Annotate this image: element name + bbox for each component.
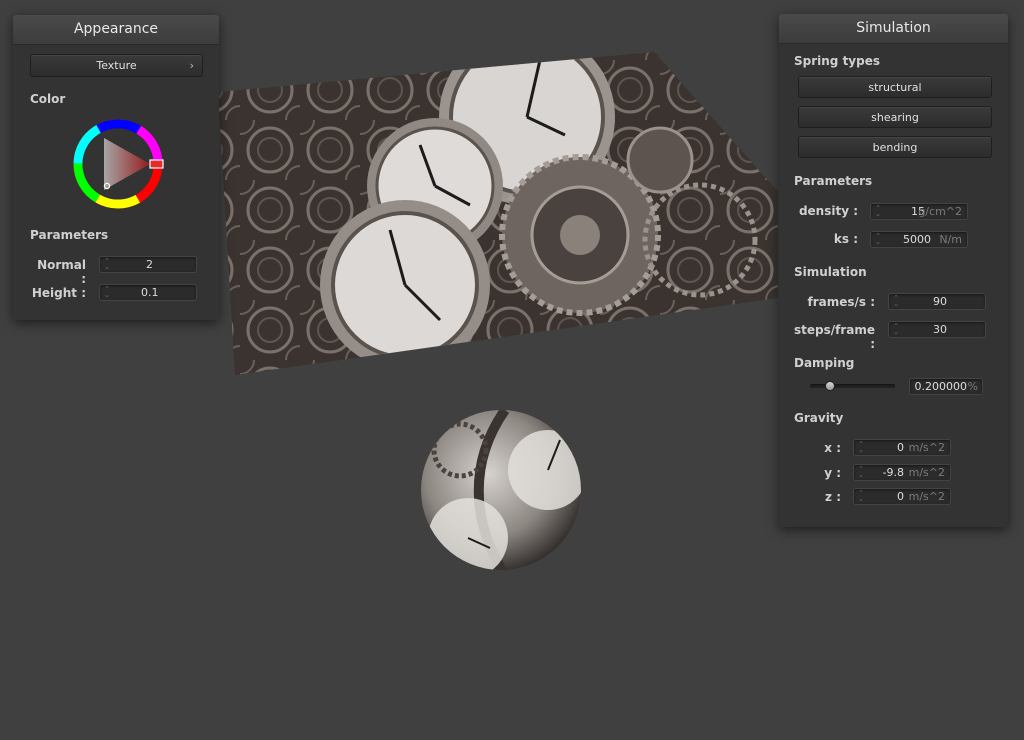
chevron-right-icon: › [189,59,194,72]
appearance-panel-title[interactable]: Appearance [13,15,219,45]
gravity-y-input[interactable]: ⌃ ⌄ -9.8 m/s^2 [853,464,951,481]
spin-arrows-icon[interactable]: ⌃ ⌄ [892,295,900,308]
damping-value: 0.200000 [914,380,968,393]
spin-arrows-icon[interactable]: ⌃ ⌄ [874,205,882,218]
steps-per-frame-input[interactable]: ⌃ ⌄ 30 [888,321,986,338]
appearance-parameters-label: Parameters [30,228,109,242]
simulation-panel: Simulation Spring types structural shear… [779,14,1008,527]
normal-input[interactable]: ⌃ ⌄ 2 [99,256,197,273]
normal-label: Normal : [37,258,86,286]
gravity-x-label: x : [824,441,841,455]
height-input[interactable]: ⌃ ⌄ 0.1 [99,284,197,301]
color-wheel[interactable] [70,116,166,212]
normal-value: 2 [146,258,153,271]
gravity-y-label: y : [824,466,841,480]
fps-value: 90 [933,295,947,308]
density-unit: g/cm^2 [918,205,962,218]
gravity-label: Gravity [794,411,844,425]
spin-arrows-icon[interactable]: ⌃ ⌄ [857,441,865,454]
fps-label: frames/s : [807,295,875,309]
spin-arrows-icon[interactable]: ⌃ ⌄ [874,233,882,246]
steps-per-frame-value: 30 [933,323,947,336]
steps-per-frame-label: steps/frame : [794,323,876,351]
damping-input[interactable]: 0.200000 % [909,378,983,395]
shearing-button[interactable]: shearing [798,106,992,128]
damping-unit: % [967,380,978,393]
gravity-z-input[interactable]: ⌃ ⌄ 0 m/s^2 [853,488,951,505]
viewport[interactable]: Appearance Texture › Color Parameters No… [0,0,1024,740]
density-label: density : [798,204,858,218]
bending-button[interactable]: bending [798,136,992,158]
simulation-parameters-label: Parameters [794,174,873,188]
gravity-z-label: z : [825,490,841,504]
density-input[interactable]: ⌃ ⌄ 15 g/cm^2 [870,203,968,220]
appearance-panel: Appearance Texture › Color Parameters No… [13,15,219,320]
damping-slider-handle[interactable] [825,381,835,391]
simulation-panel-title[interactable]: Simulation [779,14,1008,44]
ks-unit: N/m [939,233,962,246]
gravity-z-unit: m/s^2 [908,490,945,503]
gravity-x-value: 0 [897,441,904,454]
fps-input[interactable]: ⌃ ⌄ 90 [888,293,986,310]
cloth-mesh [218,52,778,375]
gravity-x-unit: m/s^2 [908,441,945,454]
spin-arrows-icon[interactable]: ⌃ ⌄ [857,490,865,503]
height-label: Height : [31,286,86,300]
gravity-y-unit: m/s^2 [908,466,945,479]
damping-slider-track [810,384,895,388]
ks-label: ks : [833,232,858,246]
texture-button-label: Texture [96,59,137,72]
ks-input[interactable]: ⌃ ⌄ 5000 N/m [870,231,968,248]
spin-arrows-icon[interactable]: ⌃ ⌄ [892,323,900,336]
structural-button[interactable]: structural [798,76,992,98]
texture-dropdown-button[interactable]: Texture › [30,54,203,77]
spin-arrows-icon[interactable]: ⌃ ⌄ [857,466,865,479]
sphere-object [421,410,581,570]
spin-arrows-icon[interactable]: ⌃ ⌄ [103,286,111,299]
damping-label: Damping [794,356,855,370]
height-value: 0.1 [141,286,159,299]
spin-arrows-icon[interactable]: ⌃ ⌄ [103,258,111,271]
clock-face-3 [320,200,490,370]
gravity-y-value: -9.8 [882,466,904,479]
simulation-section-label: Simulation [794,265,867,279]
spring-types-label: Spring types [794,54,881,68]
gravity-z-value: 0 [897,490,904,503]
hue-marker[interactable] [149,159,164,169]
damping-slider[interactable] [810,380,895,392]
color-section-label: Color [30,92,66,106]
ks-value: 5000 [903,233,931,246]
gravity-x-input[interactable]: ⌃ ⌄ 0 m/s^2 [853,439,951,456]
